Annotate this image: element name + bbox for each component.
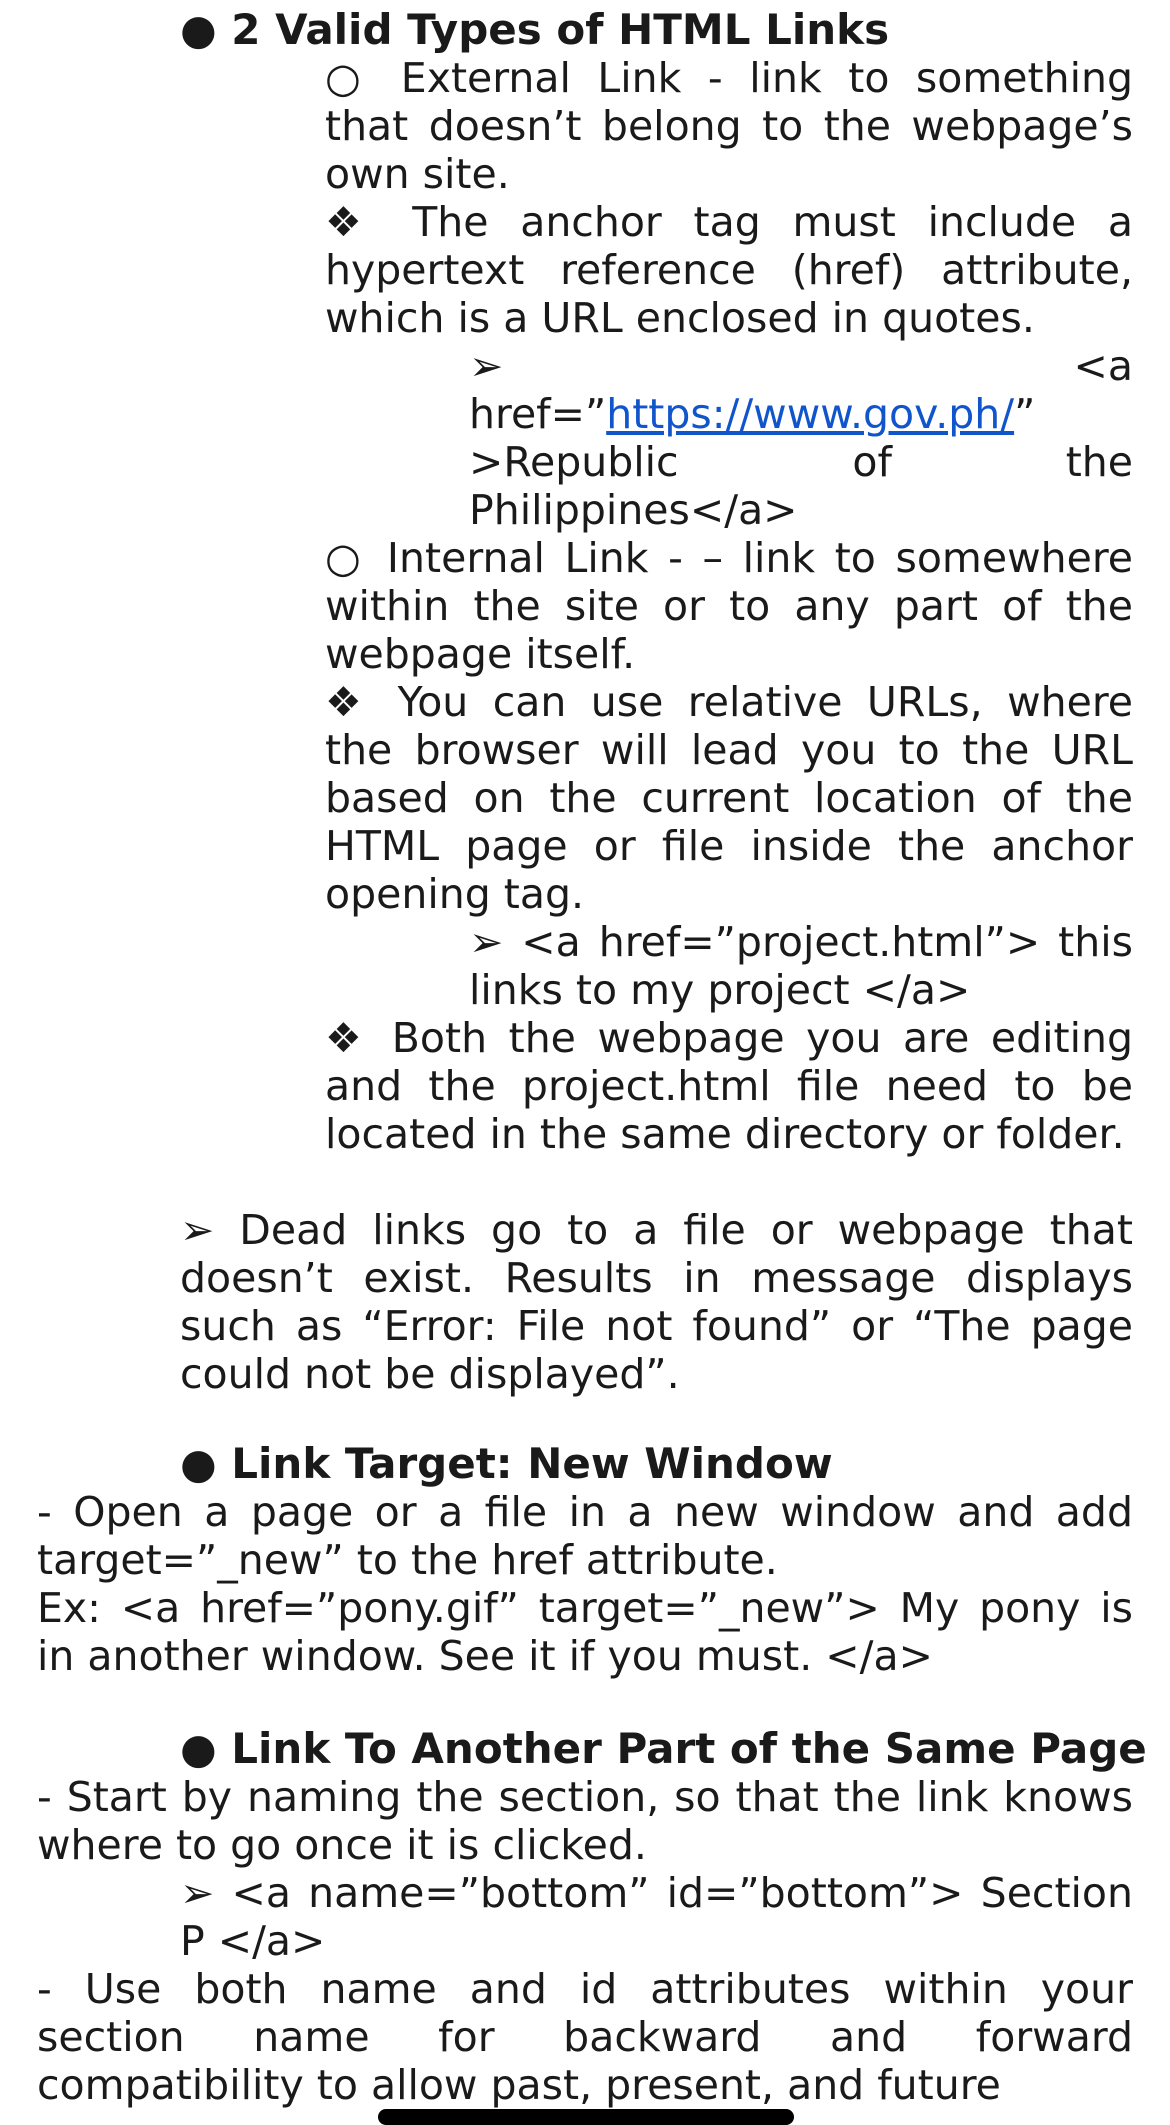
external-link-note: ❖ The anchor tag must include a hypertex… — [325, 198, 1133, 342]
external-link-item: ○ External Link - link to something that… — [325, 54, 1133, 198]
new-window-example: Ex: <a href=”pony.gif” target=”_new”> My… — [37, 1584, 1133, 1680]
dead-links-item: ➢ Dead links go to a file or webpage tha… — [180, 1206, 1133, 1398]
heading-new-window: ● Link Target: New Window — [180, 1439, 833, 1488]
internal-link-item: ○ Internal Link - – link to somewhere wi… — [325, 534, 1133, 678]
same-page-example: ➢ <a name=”bottom” id=”bottom”> Section … — [180, 1869, 1133, 1965]
heading-same-page: ● Link To Another Part of the Same Page — [180, 1724, 1147, 1773]
same-page-body-2: - Use both name and id attributes within… — [37, 1965, 1133, 2109]
internal-link-example: ➢ <a href=”project.html”> this links to … — [469, 918, 1133, 1014]
same-page-body: - Start by naming the section, so that t… — [37, 1773, 1133, 1869]
document-page: ● 2 Valid Types of HTML Links ○ External… — [0, 0, 1170, 2125]
new-window-body: - Open a page or a file in a new window … — [37, 1488, 1133, 1584]
external-link-example: ➢ <a href=”https://www.gov.ph/” >Republi… — [469, 342, 1133, 534]
internal-link-note: ❖ You can use relative URLs, where the b… — [325, 678, 1133, 918]
heading-valid-types: ● 2 Valid Types of HTML Links — [180, 5, 890, 54]
home-indicator[interactable] — [378, 2109, 794, 2125]
gov-ph-link[interactable]: https://www.gov.ph/ — [606, 390, 1014, 438]
internal-link-note-2: ❖ Both the webpage you are editing and t… — [325, 1014, 1133, 1158]
